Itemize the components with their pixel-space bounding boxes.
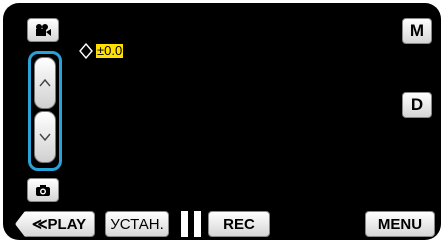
chevron-up-icon — [39, 78, 51, 87]
record-button[interactable]: REC — [208, 211, 270, 237]
diamond-adjust-icon — [79, 43, 93, 59]
still-camera-icon — [36, 184, 50, 196]
photo-mode-button[interactable] — [27, 178, 59, 202]
chevron-down-icon — [39, 133, 51, 142]
exposure-indicator: ±0.0 — [79, 43, 124, 59]
pause-bar-left — [181, 211, 188, 237]
display-button[interactable]: D — [402, 92, 432, 118]
increase-button[interactable] — [34, 57, 56, 109]
decrease-button[interactable] — [34, 111, 56, 163]
menu-button[interactable]: MENU — [365, 211, 435, 237]
pause-icon[interactable] — [181, 211, 201, 237]
movie-camera-icon — [36, 24, 51, 36]
setup-button[interactable]: УСТАН. — [105, 211, 169, 237]
exposure-adjust-control — [28, 51, 62, 171]
movie-mode-button[interactable] — [27, 18, 59, 42]
camera-screen: ±0.0 M D ≪PLAY УСТАН. REC MENU — [3, 3, 441, 240]
manual-mode-button[interactable]: M — [402, 18, 432, 44]
pause-bar-right — [194, 211, 201, 237]
exposure-value: ±0.0 — [96, 43, 124, 58]
playback-button[interactable]: ≪PLAY — [15, 211, 95, 237]
